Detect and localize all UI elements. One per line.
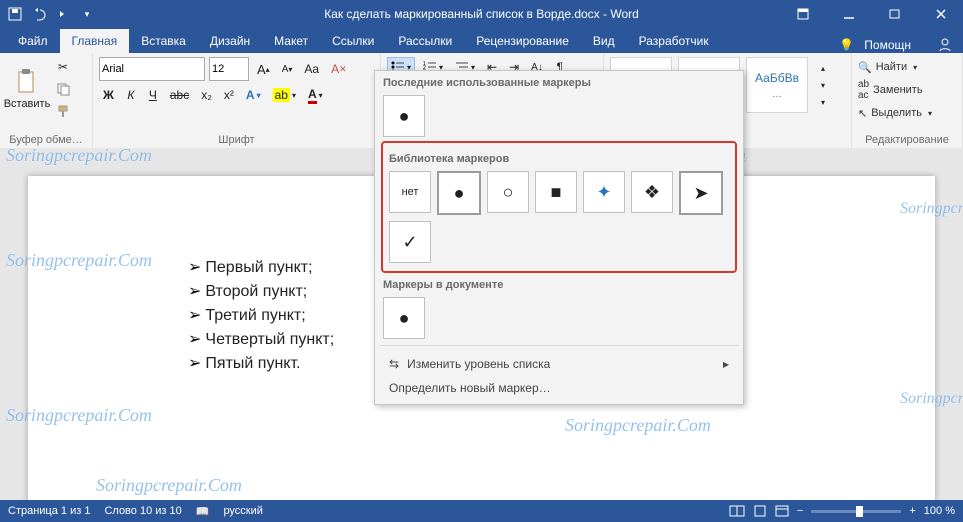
ribbon-tabs: Файл Главная Вставка Дизайн Макет Ссылки… <box>0 28 963 53</box>
group-font: A▴ A▾ Aa A✕ Ж К Ч abc x₂ x² A▾ ab▾ A▾ Шр… <box>93 53 381 148</box>
bullet-square[interactable]: ■ <box>535 171 577 213</box>
zoom-slider[interactable] <box>811 510 901 513</box>
bullet-library-title: Библиотека маркеров <box>389 153 733 165</box>
share-icon[interactable] <box>937 37 953 53</box>
bold-button[interactable]: Ж <box>99 85 118 105</box>
font-color-icon[interactable]: A▾ <box>304 85 327 105</box>
view-print-icon[interactable] <box>753 505 767 517</box>
tab-mailings[interactable]: Рассылки <box>386 29 464 53</box>
status-proofing-icon[interactable]: 📖 <box>196 505 210 518</box>
tell-me-label[interactable]: Помощн <box>864 38 911 52</box>
group-clipboard: Вставить ✂ Буфер обме… <box>0 53 93 148</box>
strikethrough-button[interactable]: abc <box>166 85 193 105</box>
bullets-dropdown: Последние использованные маркеры ● Библи… <box>374 70 744 405</box>
format-painter-icon[interactable] <box>52 101 74 121</box>
text-effects-icon[interactable]: A▾ <box>242 85 265 105</box>
save-icon[interactable] <box>6 5 24 23</box>
replace-icon: abac <box>858 79 869 101</box>
tab-layout[interactable]: Макет <box>262 29 320 53</box>
tab-references[interactable]: Ссылки <box>320 29 386 53</box>
bullet-disc[interactable]: ● <box>437 171 481 215</box>
group-clipboard-label: Буфер обме… <box>6 132 86 146</box>
subscript-button[interactable]: x₂ <box>197 85 216 105</box>
paste-label: Вставить <box>4 98 51 110</box>
tab-insert[interactable]: Вставка <box>129 29 198 53</box>
font-size-combo[interactable] <box>209 57 249 81</box>
list-item[interactable]: Второй пункт; <box>188 280 334 304</box>
styles-more-icon[interactable]: ▾ <box>814 94 832 110</box>
paste-button[interactable]: Вставить <box>6 60 48 118</box>
undo-icon[interactable] <box>30 5 48 23</box>
tell-me-icon[interactable]: 💡 <box>839 38 854 52</box>
select-icon: ↖ <box>858 107 867 120</box>
redo-icon[interactable] <box>54 5 72 23</box>
tab-view[interactable]: Вид <box>581 29 627 53</box>
bullet-none[interactable]: нет <box>389 171 431 213</box>
zoom-in-icon[interactable]: + <box>909 505 915 517</box>
change-list-level[interactable]: ⇆Изменить уровень списка ▸ <box>375 352 743 376</box>
find-button[interactable]: 🔍Найти▾ <box>858 57 956 77</box>
zoom-level[interactable]: 100 % <box>924 505 955 517</box>
define-new-bullet[interactable]: Определить новый маркер… <box>375 376 743 400</box>
title-bar: ▾ Как сделать маркированный список в Вор… <box>0 0 963 28</box>
styles-up-icon[interactable]: ▴ <box>814 60 832 76</box>
list-item[interactable]: Третий пункт; <box>188 304 334 328</box>
bullet-check[interactable]: ✓ <box>389 221 431 263</box>
tab-developer[interactable]: Разработчик <box>627 29 721 53</box>
zoom-out-icon[interactable]: − <box>797 505 803 517</box>
font-name-combo[interactable] <box>99 57 205 81</box>
style-title[interactable]: АаБбВв… <box>746 57 808 113</box>
dropdown-separator <box>379 345 739 346</box>
close-icon[interactable] <box>919 0 963 28</box>
bullet-diamond4[interactable]: ❖ <box>631 171 673 213</box>
list-item[interactable]: Четвертый пункт; <box>188 328 334 352</box>
tab-home[interactable]: Главная <box>60 29 130 53</box>
tab-file[interactable]: Файл <box>6 29 60 53</box>
copy-icon[interactable] <box>52 79 74 99</box>
italic-button[interactable]: К <box>122 85 140 105</box>
document-bullets-title: Маркеры в документе <box>383 279 743 291</box>
view-web-icon[interactable] <box>775 505 789 517</box>
shrink-font-icon[interactable]: A▾ <box>278 59 297 79</box>
status-bar: Страница 1 из 1 Слово 10 из 10 📖 русский… <box>0 500 963 522</box>
bullet-library-frame: Библиотека маркеров нет ● ○ ■ ✦ ❖ ➤ ✓ <box>381 141 737 273</box>
list-item[interactable]: Пятый пункт. <box>188 352 334 376</box>
tab-review[interactable]: Рецензирование <box>464 29 581 53</box>
status-words[interactable]: Слово 10 из 10 <box>104 505 181 517</box>
bullet-arrow[interactable]: ➤ <box>679 171 723 215</box>
quick-access-toolbar: ▾ <box>0 5 102 23</box>
highlight-icon[interactable]: ab▾ <box>269 85 300 105</box>
document-content[interactable]: Первый пункт; Второй пункт; Третий пункт… <box>188 256 334 376</box>
qat-more-icon[interactable]: ▾ <box>78 5 96 23</box>
list-item[interactable]: Первый пункт; <box>188 256 334 280</box>
clear-format-icon[interactable]: A✕ <box>327 59 351 79</box>
underline-button[interactable]: Ч <box>144 85 162 105</box>
ribbon-display-options-icon[interactable] <box>781 0 825 28</box>
indent-icon: ⇆ <box>389 357 399 371</box>
group-editing-label: Редактирование <box>858 132 956 146</box>
replace-button[interactable]: abacЗаменить <box>858 80 956 100</box>
status-page[interactable]: Страница 1 из 1 <box>8 505 90 517</box>
bullet-4point[interactable]: ✦ <box>583 171 625 213</box>
grow-font-icon[interactable]: A▴ <box>253 59 274 79</box>
tab-design[interactable]: Дизайн <box>198 29 262 53</box>
status-language[interactable]: русский <box>223 505 262 517</box>
submenu-arrow-icon: ▸ <box>723 357 729 371</box>
find-icon: 🔍 <box>858 61 872 74</box>
styles-down-icon[interactable]: ▾ <box>814 77 832 93</box>
recent-bullets-title: Последние использованные маркеры <box>383 77 743 89</box>
window-controls <box>781 0 963 28</box>
group-editing: 🔍Найти▾ abacЗаменить ↖Выделить▾ Редактир… <box>852 53 963 148</box>
view-read-icon[interactable] <box>729 505 745 517</box>
select-button[interactable]: ↖Выделить▾ <box>858 103 956 123</box>
doc-bullet-disc[interactable]: ● <box>383 297 425 339</box>
cut-icon[interactable]: ✂ <box>52 57 74 77</box>
maximize-icon[interactable] <box>873 0 917 28</box>
superscript-button[interactable]: x² <box>220 85 238 105</box>
change-case-icon[interactable]: Aa <box>300 59 323 79</box>
recent-bullet-disc[interactable]: ● <box>383 95 425 137</box>
group-font-label: Шрифт <box>99 132 374 146</box>
minimize-icon[interactable] <box>827 0 871 28</box>
bullet-circle[interactable]: ○ <box>487 171 529 213</box>
